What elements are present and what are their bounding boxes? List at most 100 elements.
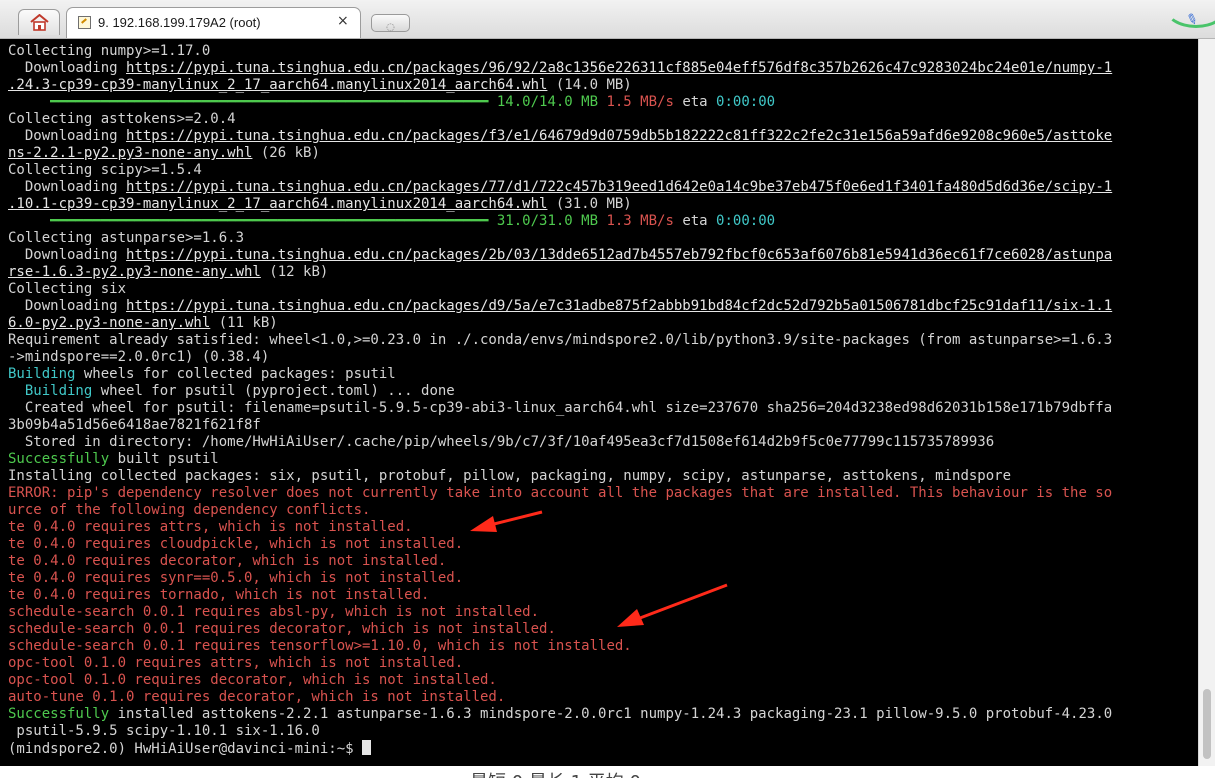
terminal-link-text[interactable]: https://pypi.tuna.tsinghua.edu.cn/packag…	[126, 247, 1112, 263]
terminal-text: (11 kB)	[210, 315, 278, 331]
terminal-line: Downloading https://pypi.tuna.tsinghua.e…	[8, 247, 1112, 264]
terminal-line: Collecting numpy>=1.17.0	[8, 43, 1112, 60]
terminal-line: ━━━━━━━━━━━━━━━━━━━━━━━━━━━━━━━━━━━━━━━━…	[8, 213, 1112, 230]
terminal-line: opc-tool 0.1.0 requires decorator, which…	[8, 672, 1112, 689]
terminal-text: Building	[8, 366, 76, 382]
terminal-line: ->mindspore==2.0.0rc1) (0.38.4)	[8, 349, 1112, 366]
terminal-line: Stored in directory: /home/HwHiAiUser/.c…	[8, 434, 1112, 451]
terminal-text: wheel for psutil (pyproject.toml) ... do…	[92, 383, 455, 399]
new-tab-icon: ◌	[386, 22, 395, 33]
terminal-line: te 0.4.0 requires attrs, which is not in…	[8, 519, 1112, 536]
terminal-text: (31.0 MB)	[547, 196, 632, 212]
terminal-text: eta	[673, 213, 717, 229]
terminal-line: urce of the following dependency conflic…	[8, 502, 1112, 519]
terminal-line: Collecting six	[8, 281, 1112, 298]
terminal-text: ERROR: pip's dependency resolver does no…	[8, 485, 1113, 501]
terminal-text: psutil-5.9.5 scipy-1.10.1 six-1.16.0	[8, 723, 320, 739]
scrollbar-thumb[interactable]	[1203, 689, 1211, 759]
terminal-text: Building	[8, 383, 93, 399]
terminal-line: (mindspore2.0) HwHiAiUser@davinci-mini:~…	[8, 740, 1112, 757]
terminal-text: schedule-search 0.0.1 requires absl-py, …	[8, 604, 540, 620]
terminal-text: Stored in directory: /home/HwHiAiUser/.c…	[8, 434, 995, 450]
terminal-text: te 0.4.0 requires decorator, which is no…	[8, 553, 447, 569]
terminal-line: schedule-search 0.0.1 requires decorator…	[8, 621, 1112, 638]
terminal-line: Downloading https://pypi.tuna.tsinghua.e…	[8, 60, 1112, 77]
tab-session[interactable]: 9. 192.168.199.179A2 (root) ×	[66, 7, 361, 38]
terminal-text: built psutil	[109, 451, 219, 467]
terminal-line: Collecting astunparse>=1.6.3	[8, 230, 1112, 247]
terminal-line: Downloading https://pypi.tuna.tsinghua.e…	[8, 128, 1112, 145]
terminal-text: 1.5 MB/s	[606, 94, 674, 110]
terminal-line: opc-tool 0.1.0 requires attrs, which is …	[8, 655, 1112, 672]
terminal-text: (26 kB)	[252, 145, 320, 161]
terminal-text: Successfully	[8, 451, 110, 467]
terminal-line: Collecting scipy>=1.5.4	[8, 162, 1112, 179]
terminal-text: auto-tune 0.1.0 requires decorator, whic…	[8, 689, 506, 705]
terminal-line: te 0.4.0 requires cloudpickle, which is …	[8, 536, 1112, 553]
terminal-text: 0:00:00	[716, 94, 776, 110]
terminal-line: Building wheel for psutil (pyproject.tom…	[8, 383, 1112, 400]
terminal-line: 6.0-py2.py3-none-any.whl (11 kB)	[8, 315, 1112, 332]
terminal-line: rse-1.6.3-py2.py3-none-any.whl (12 kB)	[8, 264, 1112, 281]
terminal-text: Collecting numpy>=1.17.0	[8, 43, 211, 59]
terminal-line: Downloading https://pypi.tuna.tsinghua.e…	[8, 298, 1112, 315]
terminal-line: Successfully built psutil	[8, 451, 1112, 468]
terminal-text: Collecting astunparse>=1.6.3	[8, 230, 245, 246]
terminal-text: Collecting asttokens>=2.0.4	[8, 111, 236, 127]
bottom-status-strip: 最短 0 最长 1 平均 0	[0, 766, 1215, 778]
terminal-line: Successfully installed asttokens-2.2.1 a…	[8, 706, 1112, 723]
terminal-text: Downloading	[8, 298, 127, 314]
terminal-line: Downloading https://pypi.tuna.tsinghua.e…	[8, 179, 1112, 196]
terminal-text: Requirement already satisfied: wheel<1.0…	[8, 332, 1113, 348]
terminal-text: 3b09b4a51d56e6418ae7821f621f8f	[8, 417, 261, 433]
home-icon	[30, 14, 49, 31]
terminal-line: te 0.4.0 requires decorator, which is no…	[8, 553, 1112, 570]
terminal-line: Building wheels for collected packages: …	[8, 366, 1112, 383]
terminal-line: te 0.4.0 requires tornado, which is not …	[8, 587, 1112, 604]
vertical-scrollbar[interactable]	[1198, 39, 1215, 766]
terminal-text: te 0.4.0 requires tornado, which is not …	[8, 587, 430, 603]
terminal-text: 31.0/31.0 MB	[496, 213, 607, 229]
terminal-text: te 0.4.0 requires synr==0.5.0, which is …	[8, 570, 464, 586]
terminal-link-text[interactable]: ns-2.2.1-py2.py3-none-any.whl	[8, 145, 252, 161]
terminal-line: Collecting asttokens>=2.0.4	[8, 111, 1112, 128]
terminal-link-text[interactable]: .10.1-cp39-cp39-manylinux_2_17_aarch64.m…	[8, 196, 547, 212]
terminal-text: Downloading	[8, 179, 127, 195]
terminal-line: .10.1-cp39-cp39-manylinux_2_17_aarch64.m…	[8, 196, 1112, 213]
terminal-text: ━━━━━━━━━━━━━━━━━━━━━━━━━━━━━━━━━━━━━━━━…	[8, 94, 497, 110]
terminal-text: Downloading	[8, 128, 127, 144]
terminal-text: (14.0 MB)	[547, 77, 632, 93]
terminal-text: Created wheel for psutil: filename=psuti…	[8, 400, 1113, 416]
terminal-text: wheels for collected packages: psutil	[75, 366, 396, 382]
terminal-text: (mindspore2.0) HwHiAiUser@davinci-mini:~…	[8, 741, 363, 757]
terminal-cursor	[362, 740, 372, 755]
terminal-text: ━━━━━━━━━━━━━━━━━━━━━━━━━━━━━━━━━━━━━━━━…	[8, 213, 497, 229]
terminal-text: urce of the following dependency conflic…	[8, 502, 371, 518]
terminal-line: Installing collected packages: six, psut…	[8, 468, 1112, 485]
terminal-link-text[interactable]: .24.3-cp39-cp39-manylinux_2_17_aarch64.m…	[8, 77, 547, 93]
terminal-link-text[interactable]: 6.0-py2.py3-none-any.whl	[8, 315, 210, 331]
terminal-line: Created wheel for psutil: filename=psuti…	[8, 400, 1112, 417]
terminal-text: Installing collected packages: six, psut…	[8, 468, 1012, 484]
close-icon[interactable]: ×	[337, 13, 349, 29]
new-tab-button[interactable]: ◌	[371, 14, 410, 33]
terminal-text: (12 kB)	[260, 264, 329, 280]
terminal-link-text[interactable]: https://pypi.tuna.tsinghua.edu.cn/packag…	[126, 60, 1112, 76]
terminal-text: Successfully	[8, 706, 110, 722]
terminal-link-text[interactable]: rse-1.6.3-py2.py3-none-any.whl	[8, 264, 261, 280]
terminal-link-text[interactable]: https://pypi.tuna.tsinghua.edu.cn/packag…	[126, 128, 1112, 144]
terminal-line: schedule-search 0.0.1 requires tensorflo…	[8, 638, 1112, 655]
tab-title: 9. 192.168.199.179A2 (root)	[98, 15, 261, 30]
home-tab-button[interactable]	[18, 9, 60, 35]
terminal-line: ns-2.2.1-py2.py3-none-any.whl (26 kB)	[8, 145, 1112, 162]
terminal-text: te 0.4.0 requires cloudpickle, which is …	[8, 536, 464, 552]
terminal-text: schedule-search 0.0.1 requires tensorflo…	[8, 638, 632, 654]
terminal-lines: Collecting numpy>=1.17.0 Downloading htt…	[8, 43, 1112, 757]
terminal-line: .24.3-cp39-cp39-manylinux_2_17_aarch64.m…	[8, 77, 1112, 94]
tab-bar: 9. 192.168.199.179A2 (root) × ◌ ✎	[0, 0, 1215, 39]
terminal-output[interactable]: Collecting numpy>=1.17.0 Downloading htt…	[0, 39, 1198, 766]
terminal-line: psutil-5.9.5 scipy-1.10.1 six-1.16.0	[8, 723, 1112, 740]
terminal-text: te 0.4.0 requires attrs, which is not in…	[8, 519, 413, 535]
terminal-link-text[interactable]: https://pypi.tuna.tsinghua.edu.cn/packag…	[126, 298, 1112, 314]
terminal-link-text[interactable]: https://pypi.tuna.tsinghua.edu.cn/packag…	[126, 179, 1112, 195]
